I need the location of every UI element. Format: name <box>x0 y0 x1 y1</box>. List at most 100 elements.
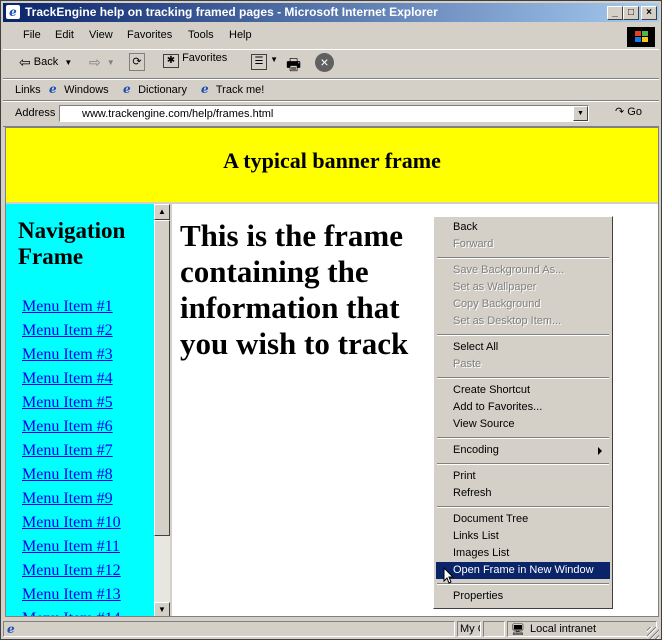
link-track-me-label: Track me! <box>215 84 265 96</box>
context-menu-item-label: Create Shortcut <box>453 384 531 396</box>
context-menu-item[interactable]: Set as Desktop Item... <box>436 313 610 330</box>
chevron-down-icon[interactable]: ▼ <box>64 58 72 67</box>
go-label: Go <box>627 106 642 118</box>
context-menu-item-label: Images List <box>453 547 510 559</box>
context-menu-item-label: Copy Background <box>453 298 541 310</box>
address-input[interactable]: www.trackengine.com/help/frames.html ▼ <box>59 105 589 122</box>
link-dictionary[interactable]: e Dictionary <box>123 83 187 96</box>
print-icon[interactable]: 🖶 <box>286 54 301 74</box>
context-menu-item[interactable]: Add to Favorites... <box>436 399 610 416</box>
forward-button[interactable]: ⇨ ▼ <box>89 54 115 74</box>
context-menu-item[interactable]: Links List <box>436 528 610 545</box>
nav-menu-item[interactable]: Menu Item #7 <box>22 442 121 466</box>
context-menu-item[interactable]: Set as Wallpaper <box>436 279 610 296</box>
context-menu-item[interactable]: Refresh <box>436 485 610 502</box>
go-button[interactable]: ↷ Go <box>615 105 642 118</box>
context-menu-item-label: Open Frame in New Window <box>453 564 594 576</box>
nav-menu-item[interactable]: Menu Item #5 <box>22 394 121 418</box>
context-menu-item[interactable]: Copy Background <box>436 296 610 313</box>
address-label: Address <box>15 107 56 119</box>
back-button[interactable]: ⇦ Back ▼ <box>19 54 72 74</box>
favorites-button[interactable]: ✱ Favorites <box>163 52 228 74</box>
link-dictionary-label: Dictionary <box>138 84 187 96</box>
context-menu-item[interactable]: Create Shortcut <box>436 382 610 399</box>
menu-bar: File Edit View Favorites Tools Help <box>3 25 659 47</box>
title-bar[interactable]: e TrackEngine help on tracking framed pa… <box>3 3 659 22</box>
nav-menu-item[interactable]: Menu Item #14 <box>22 610 121 616</box>
browser-window: e TrackEngine help on tracking framed pa… <box>0 0 662 640</box>
address-url: www.trackengine.com/help/frames.html <box>82 108 274 120</box>
menu-edit[interactable]: Edit <box>55 29 74 41</box>
chevron-down-icon[interactable]: ▼ <box>270 55 278 64</box>
scroll-thumb[interactable] <box>154 220 170 536</box>
minimize-button[interactable]: _ <box>607 6 623 20</box>
chevron-down-icon[interactable]: ▼ <box>573 106 588 121</box>
nav-menu-item[interactable]: Menu Item #12 <box>22 562 121 586</box>
nav-menu-item[interactable]: Menu Item #6 <box>22 418 121 442</box>
context-menu-item-label: Back <box>453 221 478 233</box>
frame-divider[interactable] <box>170 204 172 616</box>
context-menu-item[interactable]: Encoding <box>436 442 610 459</box>
maximize-button[interactable]: □ <box>623 6 639 20</box>
context-menu-item-label: Select All <box>453 341 499 353</box>
context-menu-item[interactable]: Images List <box>436 545 610 562</box>
go-arrow-icon: ↷ <box>615 106 625 118</box>
context-menu-item-label: Save Background As... <box>453 264 565 276</box>
nav-menu-item[interactable]: Menu Item #2 <box>22 322 121 346</box>
windows-logo-icon <box>627 27 655 47</box>
stop-icon[interactable]: × <box>315 53 334 72</box>
menu-tools[interactable]: Tools <box>188 29 214 41</box>
context-menu-item[interactable]: Select All <box>436 339 610 356</box>
close-button[interactable]: × <box>641 6 657 20</box>
ie-page-icon: e <box>49 82 57 96</box>
status-empty-panel <box>483 621 505 637</box>
nav-menu-item[interactable]: Menu Item #10 <box>22 514 121 538</box>
nav-scrollbar[interactable]: ▲ ▼ <box>154 204 170 616</box>
link-windows-label: Windows <box>64 84 109 96</box>
zone-label: Local intranet <box>530 623 597 635</box>
link-track-me[interactable]: e Track me! <box>201 83 264 96</box>
scroll-down-icon[interactable]: ▼ <box>154 602 170 616</box>
nav-menu-item[interactable]: Menu Item #9 <box>22 490 121 514</box>
menu-help[interactable]: Help <box>229 29 252 41</box>
nav-menu-item[interactable]: Menu Item #11 <box>22 538 121 562</box>
context-menu-item[interactable]: Open Frame in New Window <box>436 562 610 579</box>
window-title: TrackEngine help on tracking framed page… <box>25 5 438 19</box>
nav-menu-item[interactable]: Menu Item #3 <box>22 346 121 370</box>
history-button[interactable]: ☰ ▼ <box>251 54 278 74</box>
nav-menu-item[interactable]: Menu Item #1 <box>22 298 121 322</box>
context-menu-item[interactable]: Forward <box>436 236 610 253</box>
main-frame-text: This is the frame containing the informa… <box>180 218 409 361</box>
nav-heading: Navigation Frame <box>18 218 126 269</box>
nav-menu-item[interactable]: Menu Item #13 <box>22 586 121 610</box>
context-menu-item[interactable]: Back <box>436 219 610 236</box>
context-menu-item-label: View Source <box>453 418 515 430</box>
context-menu-item[interactable]: Print <box>436 468 610 485</box>
menu-separator <box>437 377 609 379</box>
menu-view[interactable]: View <box>89 29 113 41</box>
status-bar: e My C 🖥 Local intranet <box>3 619 659 639</box>
context-menu-item-label: Refresh <box>453 487 492 499</box>
intranet-icon: 🖥 <box>511 624 525 636</box>
link-windows[interactable]: e Windows <box>49 83 109 96</box>
menu-favorites[interactable]: Favorites <box>127 29 172 41</box>
chevron-down-icon[interactable]: ▼ <box>107 58 115 67</box>
menu-file[interactable]: File <box>23 29 41 41</box>
links-label: Links <box>15 84 41 96</box>
scroll-up-icon[interactable]: ▲ <box>154 204 170 220</box>
nav-menu-item[interactable]: Menu Item #4 <box>22 370 121 394</box>
resize-grip[interactable] <box>647 627 659 639</box>
submenu-arrow-icon <box>598 447 602 455</box>
refresh-icon[interactable]: ⟳ <box>129 53 145 71</box>
context-menu-item[interactable]: Document Tree <box>436 511 610 528</box>
banner-frame: A typical banner frame <box>6 128 658 204</box>
context-menu-item[interactable]: Save Background As... <box>436 262 610 279</box>
context-menu-item[interactable]: Paste <box>436 356 610 373</box>
context-menu-item-label: Set as Desktop Item... <box>453 315 562 327</box>
context-menu-item[interactable]: Properties <box>436 588 610 605</box>
ie-logo-icon: e <box>6 5 20 19</box>
history-icon: ☰ <box>251 54 267 70</box>
context-menu-item[interactable]: View Source <box>436 416 610 433</box>
favorites-label: Favorites <box>182 52 228 64</box>
nav-menu-item[interactable]: Menu Item #8 <box>22 466 121 490</box>
